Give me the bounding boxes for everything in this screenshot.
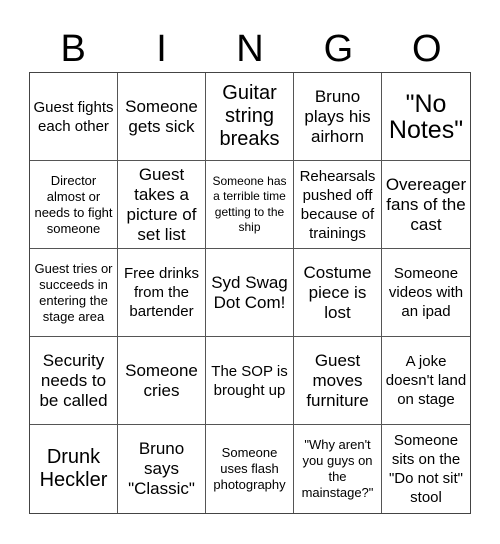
- bingo-cell[interactable]: Director almost or needs to fight someon…: [30, 161, 118, 249]
- cell-text: Someone sits on the "Do not sit" stool: [388, 432, 463, 506]
- header-letter-n: N: [236, 28, 264, 70]
- cell-text: Drunk Heckler: [39, 446, 108, 491]
- bingo-cell[interactable]: Someone sits on the "Do not sit" stool: [382, 425, 470, 513]
- cell-text: A joke doesn't land on stage: [385, 353, 467, 408]
- cell-text: Guitar string breaks: [219, 82, 280, 150]
- cell-text: Someone has a terrible time getting to t…: [212, 173, 287, 235]
- bingo-cell[interactable]: Bruno says "Classic": [118, 425, 206, 513]
- bingo-cell[interactable]: The SOP is brought up: [206, 337, 294, 425]
- bingo-cell[interactable]: "Why aren't you guys on the mainstage?": [294, 425, 382, 513]
- bingo-cell[interactable]: Free drinks from the bartender: [118, 249, 206, 337]
- bingo-cell[interactable]: Syd Swag Dot Com!: [206, 249, 294, 337]
- bingo-cell[interactable]: Guest takes a picture of set list: [118, 161, 206, 249]
- bingo-cell[interactable]: Guitar string breaks: [206, 73, 294, 161]
- bingo-cell[interactable]: Guest fights each other: [30, 73, 118, 161]
- cell-text: Bruno plays his airhorn: [304, 86, 371, 146]
- bingo-cell[interactable]: Someone videos with an ipad: [382, 249, 470, 337]
- cell-text: Someone cries: [125, 360, 198, 400]
- bingo-cell[interactable]: Someone uses flash photography: [206, 425, 294, 513]
- header-letter-g: G: [323, 28, 354, 70]
- cell-text: Syd Swag Dot Com!: [211, 272, 288, 312]
- cell-text: Someone videos with an ipad: [388, 265, 464, 320]
- header-letter-b: B: [60, 28, 86, 70]
- bingo-cell[interactable]: Overeager fans of the cast: [382, 161, 470, 249]
- bingo-cell[interactable]: Costume piece is lost: [294, 249, 382, 337]
- cell-text: Overeager fans of the cast: [385, 174, 467, 234]
- header-letter-i: I: [156, 28, 167, 70]
- bingo-cell[interactable]: Guest tries or succeeds in entering the …: [30, 249, 118, 337]
- cell-text: Bruno says "Classic": [128, 439, 195, 498]
- cell-text: Guest fights each other: [33, 98, 114, 135]
- cell-text: The SOP is brought up: [211, 362, 288, 399]
- cell-text: "No Notes": [388, 89, 464, 144]
- cell-text: Rehearsals pushed off because of trainin…: [299, 167, 376, 242]
- cell-text: "Why aren't you guys on the mainstage?": [301, 437, 374, 500]
- bingo-cell[interactable]: Rehearsals pushed off because of trainin…: [294, 161, 382, 249]
- cell-text: Director almost or needs to fight someon…: [34, 172, 113, 236]
- cell-text: Someone uses flash photography: [213, 445, 286, 492]
- cell-text: Security needs to be called: [39, 350, 108, 410]
- bingo-cell[interactable]: Security needs to be called: [30, 337, 118, 425]
- cell-text: Guest moves furniture: [306, 350, 369, 410]
- cell-text: Guest takes a picture of set list: [126, 164, 197, 244]
- cell-text: Someone gets sick: [125, 96, 198, 136]
- bingo-cell[interactable]: Guest moves furniture: [294, 337, 382, 425]
- cell-text: Guest tries or succeeds in entering the …: [34, 260, 113, 324]
- bingo-cell[interactable]: A joke doesn't land on stage: [382, 337, 470, 425]
- bingo-cell[interactable]: Someone has a terrible time getting to t…: [206, 161, 294, 249]
- bingo-cell[interactable]: Bruno plays his airhorn: [294, 73, 382, 161]
- bingo-cell[interactable]: Someone cries: [118, 337, 206, 425]
- bingo-grid: Guest fights each other Someone gets sic…: [29, 72, 471, 514]
- bingo-cell[interactable]: Drunk Heckler: [30, 425, 118, 513]
- bingo-cell[interactable]: "No Notes": [382, 73, 470, 161]
- cell-text: Costume piece is lost: [303, 262, 372, 322]
- bingo-header: B I N G O: [29, 26, 471, 72]
- cell-text: Free drinks from the bartender: [123, 265, 200, 320]
- header-letter-o: O: [411, 28, 442, 70]
- bingo-cell[interactable]: Someone gets sick: [118, 73, 206, 161]
